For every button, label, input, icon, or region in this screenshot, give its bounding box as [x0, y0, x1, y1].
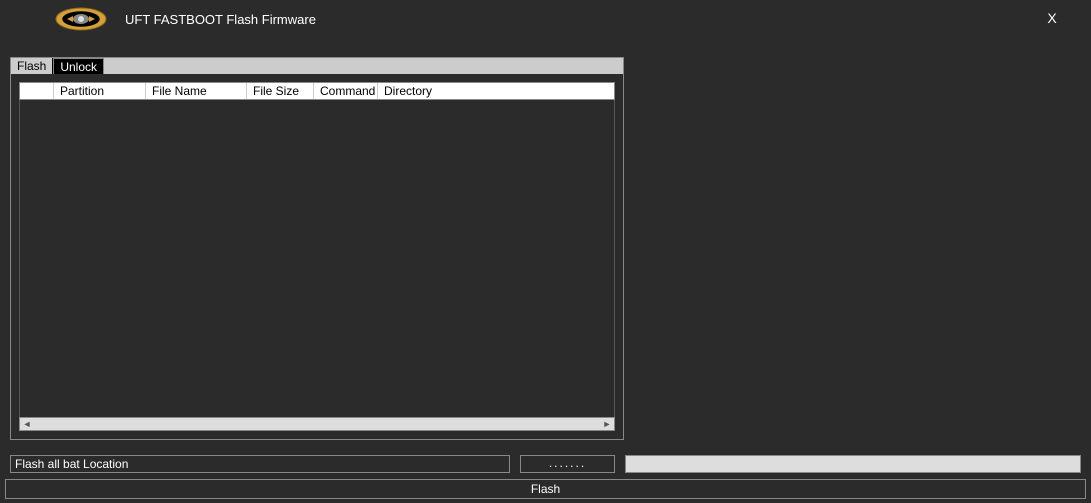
bottom-row: Flash all bat Location .......	[10, 455, 1081, 475]
flash-button[interactable]: Flash	[5, 479, 1086, 499]
table-header: Partition File Name File Size Command Di…	[19, 82, 615, 100]
app-logo-icon	[55, 7, 107, 31]
browse-button[interactable]: .......	[520, 455, 615, 473]
column-partition[interactable]: Partition	[54, 83, 146, 99]
column-command[interactable]: Command	[314, 83, 378, 99]
tab-bar: Flash Unlock	[11, 58, 623, 74]
column-filesize[interactable]: File Size	[247, 83, 314, 99]
progress-bar	[625, 455, 1081, 473]
tab-flash[interactable]: Flash	[11, 58, 53, 74]
close-button[interactable]: X	[1043, 10, 1061, 28]
scroll-right-icon[interactable]: ►	[600, 418, 614, 430]
tabs-filler	[104, 58, 623, 74]
horizontal-scrollbar[interactable]: ◄ ►	[19, 417, 615, 431]
titlebar: UFT FASTBOOT Flash Firmware X	[0, 0, 1091, 38]
column-filename[interactable]: File Name	[146, 83, 247, 99]
column-directory[interactable]: Directory	[378, 83, 614, 99]
table-body	[19, 100, 615, 417]
app-title: UFT FASTBOOT Flash Firmware	[125, 12, 316, 27]
main-panel: Flash Unlock Partition File Name File Si…	[10, 57, 624, 440]
tab-unlock[interactable]: Unlock	[53, 58, 104, 74]
column-checkbox[interactable]	[20, 83, 54, 99]
scroll-left-icon[interactable]: ◄	[20, 418, 34, 430]
table-container: Partition File Name File Size Command Di…	[11, 74, 623, 439]
location-input[interactable]: Flash all bat Location	[10, 455, 510, 473]
